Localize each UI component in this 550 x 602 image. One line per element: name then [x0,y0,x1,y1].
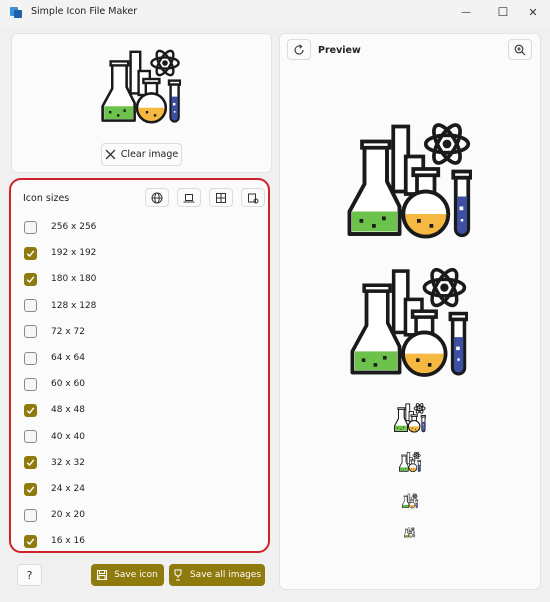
clear-image-label: Clear image [120,149,179,160]
close-button[interactable]: ✕ [516,0,550,24]
preview-image-16 [404,527,415,538]
grid-icon [216,192,226,203]
size-checkbox[interactable] [24,403,37,417]
size-option[interactable]: 24 x 24 [24,481,85,497]
icon-sizes-title: Icon sizes [23,193,70,204]
preview-panel: Preview [279,33,541,590]
trophy-icon [174,569,182,581]
checkmark-icon [26,538,35,545]
size-label: 128 x 128 [51,300,97,311]
size-checkbox[interactable] [24,299,37,313]
icon-sizes-panel: Icon sizes 256 x 256 192 x 192 180 x 180 12… [9,178,270,553]
maximize-button[interactable]: ☐ [486,0,520,24]
settings-icon [248,193,259,203]
size-label: 48 x 48 [51,405,85,416]
laptop-icon [183,193,195,202]
help-button[interactable]: ? [17,564,42,586]
source-image[interactable] [101,47,181,127]
size-label: 180 x 180 [51,274,97,285]
checkmark-icon [26,276,35,283]
size-option[interactable]: 16 x 16 [24,533,85,549]
size-option[interactable]: 72 x 72 [24,324,85,340]
app-preset-button[interactable] [209,188,233,207]
minimize-button[interactable]: — [449,0,483,24]
size-checkbox[interactable] [24,351,37,365]
size-option[interactable]: 32 x 32 [24,455,85,471]
size-option[interactable]: 64 x 64 [24,350,85,366]
size-label: 60 x 60 [51,379,85,390]
checkmark-icon [26,459,35,467]
size-checkbox[interactable] [24,220,37,234]
size-label: 16 x 16 [51,536,85,547]
clear-image-button[interactable]: Clear image [101,143,182,166]
preview-title: Preview [318,45,361,56]
size-label: 64 x 64 [51,353,85,363]
size-checkbox[interactable] [24,482,37,496]
size-label: 192 x 192 [51,248,97,259]
minimize-icon: — [461,6,471,18]
size-option[interactable]: 192 x 192 [24,245,96,261]
size-checkbox[interactable] [24,325,37,339]
save-icon-button[interactable]: Save icon [91,564,164,586]
save-all-images-button[interactable]: Save all images [169,564,265,586]
window-title: Simple Icon File Maker [31,6,138,17]
size-checkbox[interactable] [24,456,37,470]
size-option[interactable]: 48 x 48 [24,402,85,418]
size-option[interactable]: 20 x 20 [24,507,85,523]
checkmark-icon [26,407,35,414]
save-icon-label: Save icon [114,570,158,580]
size-checkbox[interactable] [24,272,37,286]
preview-image-192 [347,119,472,244]
preview-image-180 [350,264,468,382]
size-checkbox[interactable] [24,534,37,548]
desktop-preset-button[interactable] [177,188,201,207]
size-option[interactable]: 180 x 180 [24,271,96,287]
size-label: 20 x 20 [51,510,85,521]
zoom-in-icon [514,44,526,55]
help-icon: ? [26,568,33,582]
save-all-images-label: Save all images [189,570,262,580]
maximize-icon: ☐ [497,5,509,19]
refresh-icon [294,43,304,55]
size-label: 256 x 256 [51,222,97,232]
size-label: 72 x 72 [51,326,85,337]
preview-image-24 [402,493,418,509]
custom-sizes-button[interactable] [241,188,265,207]
checkmark-icon [26,485,35,493]
zoom-button[interactable] [508,39,532,60]
close-icon [105,149,116,160]
source-image-panel: Clear image [11,33,272,173]
preview-image-32 [399,451,421,473]
globe-icon [151,192,163,203]
app-icon [10,7,22,18]
size-checkbox[interactable] [24,246,37,260]
size-option[interactable]: 128 x 128 [24,298,96,314]
web-preset-button[interactable] [145,188,169,207]
size-label: 40 x 40 [51,431,85,442]
save-icon [97,570,108,580]
title-bar: Simple Icon File Maker — ☐ ✕ [0,0,550,26]
refresh-button[interactable] [287,39,311,60]
size-label: 24 x 24 [51,484,85,494]
size-option[interactable]: 256 x 256 [24,219,96,235]
preview-image-48 [394,402,426,434]
size-checkbox[interactable] [24,508,37,522]
size-checkbox[interactable] [24,377,37,391]
size-option[interactable]: 40 x 40 [24,429,85,445]
checkmark-icon [26,250,35,257]
size-checkbox[interactable] [24,430,37,444]
size-label: 32 x 32 [51,457,85,468]
close-icon: ✕ [528,5,538,19]
size-option[interactable]: 60 x 60 [24,376,85,392]
